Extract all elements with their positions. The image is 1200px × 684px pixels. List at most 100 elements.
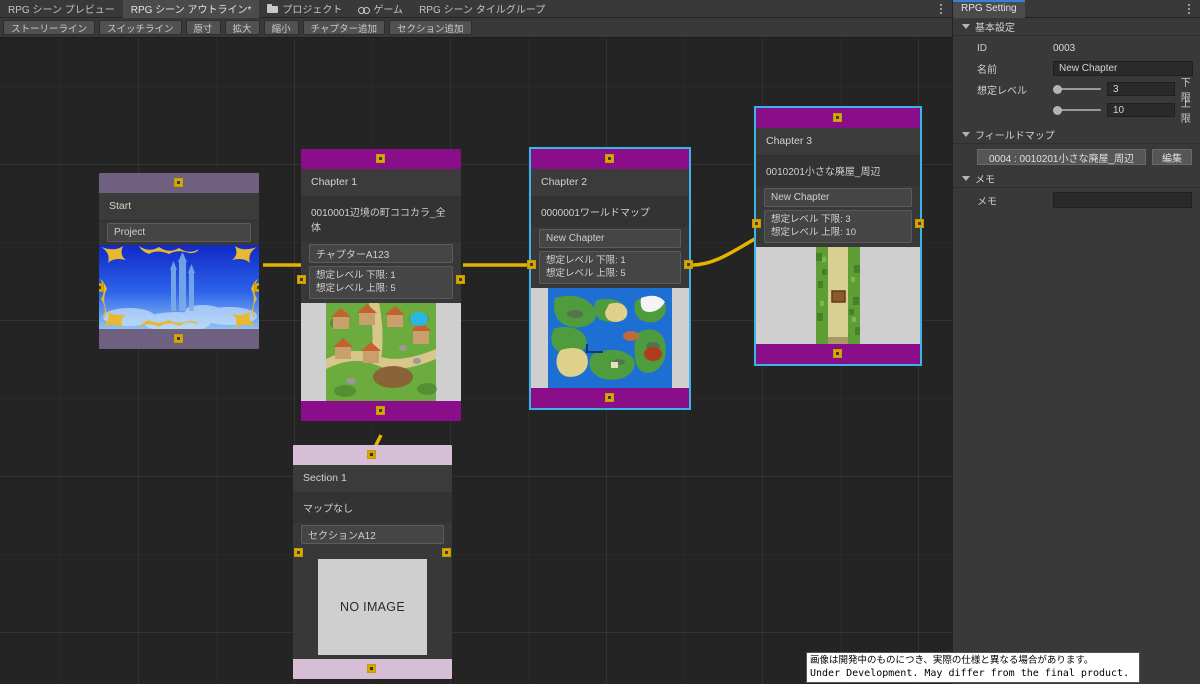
node-level-box: 想定レベル 下限: 1 想定レベル 上限: 5 — [527, 251, 693, 284]
node-port-left[interactable] — [99, 283, 104, 292]
inspector-body: 基本設定 ID 0003 名前 New Chapter 想定レベル 3 下限 1… — [953, 18, 1200, 684]
node-port-left[interactable] — [297, 275, 306, 284]
node-port-right[interactable] — [442, 548, 451, 557]
memo-input[interactable] — [1053, 192, 1192, 208]
slider-knob[interactable] — [1053, 106, 1062, 115]
node-section-1[interactable]: Section 1 マップなし セクションA12 NO IMAGE — [293, 445, 452, 679]
tab-rpg-scene-outline[interactable]: RPG シーン アウトライン* — [122, 0, 260, 18]
node-chapter-3[interactable]: Chapter 3 0010201小さな廃屋_周辺 New Chapter 想定… — [752, 106, 924, 366]
kebab-menu-icon[interactable] — [934, 0, 948, 18]
level-min-slider[interactable] — [1053, 82, 1101, 96]
node-port-right[interactable] — [254, 283, 259, 292]
node-body: Chapter 2 0000001ワールドマップ New Chapter 想定レ… — [527, 169, 693, 388]
node-port-right[interactable] — [456, 275, 465, 284]
tab-label: RPG シーン アウトライン* — [130, 5, 252, 16]
node-port-top[interactable] — [174, 178, 183, 187]
notice-english: Under Development. May differ from the f… — [810, 668, 1130, 679]
node-title: Chapter 2 — [531, 169, 689, 197]
node-level-max: 想定レベル 上限: 10 — [771, 227, 856, 238]
node-body: Chapter 1 0010001辺境の町ココカラ_全体 チャプターA123 想… — [297, 169, 465, 401]
actual-size-button[interactable]: 原寸 — [185, 20, 221, 35]
field-row-memo: メモ — [953, 189, 1200, 211]
node-name-field[interactable]: セクションA12 — [301, 525, 444, 544]
notice-japanese: 画像は開発中のものにつき、実際の仕様と異なる場合があります。 — [810, 655, 1094, 666]
section-header-fieldmap[interactable]: フィールドマップ — [953, 126, 1200, 144]
chevron-down-icon — [962, 24, 970, 29]
node-port-top[interactable] — [833, 113, 842, 122]
node-footer-band — [756, 344, 920, 364]
node-thumbnail-world-map — [531, 288, 689, 388]
section-header-basic-settings[interactable]: 基本設定 — [953, 18, 1200, 36]
node-port-bottom[interactable] — [367, 664, 376, 673]
level-label: 想定レベル — [977, 85, 1027, 97]
chevron-down-icon — [962, 132, 970, 137]
node-level-box: 想定レベル 下限: 1 想定レベル 上限: 5 — [297, 266, 465, 299]
node-graph-canvas[interactable]: Start Project Chapter 1 0010001辺境の町ココカラ_… — [0, 38, 952, 684]
folder-icon — [267, 3, 279, 14]
storyline-button[interactable]: ストーリーライン — [3, 20, 96, 35]
node-chapter-2[interactable]: Chapter 2 0000001ワールドマップ New Chapter 想定レ… — [527, 147, 693, 410]
node-port-top[interactable] — [605, 154, 614, 163]
section-label: メモ — [975, 175, 995, 186]
tab-rpg-scene-preview[interactable]: RPG シーン プレビュー — [0, 0, 123, 18]
field-row-id: ID 0003 — [953, 39, 1200, 58]
node-title: Chapter 3 — [756, 128, 920, 156]
section-header-memo[interactable]: メモ — [953, 170, 1200, 188]
node-thumbnail-village-map — [301, 303, 461, 401]
tab-game[interactable]: ゲーム — [350, 0, 411, 18]
zoom-in-button[interactable]: 拡大 — [224, 20, 260, 35]
editor-window: RPG シーン プレビュー RPG シーン アウトライン* プロジェクト ゲーム… — [0, 0, 1200, 684]
zoom-out-button[interactable]: 縮小 — [263, 20, 299, 35]
node-level-min: 想定レベル 下限: 3 — [771, 214, 851, 225]
node-body: Chapter 3 0010201小さな廃屋_周辺 New Chapter 想定… — [752, 128, 924, 344]
node-body: Section 1 マップなし セクションA12 NO IMAGE — [293, 465, 452, 659]
add-chapter-button[interactable]: チャプター追加 — [302, 20, 385, 35]
node-header-band — [293, 445, 452, 465]
node-port-top[interactable] — [367, 450, 376, 459]
node-footer-band — [301, 401, 461, 421]
node-chapter-1[interactable]: Chapter 1 0010001辺境の町ココカラ_全体 チャプターA123 想… — [297, 149, 465, 421]
node-port-right[interactable] — [915, 219, 924, 228]
add-section-button[interactable]: セクション追加 — [388, 20, 472, 35]
memo-label: メモ — [977, 196, 997, 208]
node-port-right[interactable] — [684, 260, 693, 269]
node-map-label: 0010201小さな廃屋_周辺 — [756, 156, 920, 186]
level-max-input[interactable]: 10 — [1107, 103, 1175, 117]
node-port-top[interactable] — [376, 154, 385, 163]
tab-rpg-setting[interactable]: RPG Setting — [953, 0, 1025, 18]
node-port-bottom[interactable] — [833, 349, 842, 358]
node-footer-band — [531, 388, 689, 408]
name-label: 名前 — [977, 65, 997, 76]
node-name-field[interactable]: New Chapter — [539, 229, 681, 248]
node-header-band — [99, 173, 259, 193]
tab-label: プロジェクト — [282, 5, 343, 16]
gamepad-icon — [358, 4, 371, 14]
node-title: Chapter 1 — [301, 169, 461, 197]
slider-knob[interactable] — [1053, 85, 1062, 94]
node-name-field[interactable]: Project — [107, 223, 251, 242]
node-name-field[interactable]: チャプターA123 — [309, 244, 453, 263]
tab-project[interactable]: プロジェクト — [259, 0, 350, 18]
id-value: 0003 — [1053, 43, 1076, 54]
node-start[interactable]: Start Project — [99, 173, 259, 349]
node-port-left[interactable] — [752, 219, 761, 228]
graph-toolbar: ストーリーライン スイッチライン 原寸 拡大 縮小 チャプター追加 セクション追… — [0, 18, 952, 38]
node-footer-band — [293, 659, 452, 679]
node-port-bottom[interactable] — [174, 334, 183, 343]
tab-rpg-scene-tilegroup[interactable]: RPG シーン タイルグループ — [411, 0, 553, 18]
level-max-slider[interactable] — [1053, 103, 1101, 117]
level-min-input[interactable]: 3 — [1107, 82, 1175, 96]
node-port-bottom[interactable] — [376, 406, 385, 415]
switchline-button[interactable]: スイッチライン — [99, 20, 182, 35]
inspector-panel: RPG Setting 基本設定 ID 0003 名前 New Chapter … — [952, 0, 1200, 684]
edit-button[interactable]: 編集 — [1152, 149, 1192, 165]
node-map-label: マップなし — [293, 493, 452, 523]
node-port-left[interactable] — [527, 260, 536, 269]
node-port-bottom[interactable] — [605, 393, 614, 402]
node-name-field[interactable]: New Chapter — [764, 188, 912, 207]
kebab-menu-icon[interactable] — [1182, 0, 1196, 18]
node-port-left[interactable] — [294, 548, 303, 557]
node-thumbnail-title-screen — [99, 245, 259, 329]
fieldmap-object-field[interactable]: 0004 : 0010201小さな廃屋_周辺 — [977, 149, 1146, 165]
node-level-box: 想定レベル 下限: 3 想定レベル 上限: 10 — [752, 210, 924, 243]
